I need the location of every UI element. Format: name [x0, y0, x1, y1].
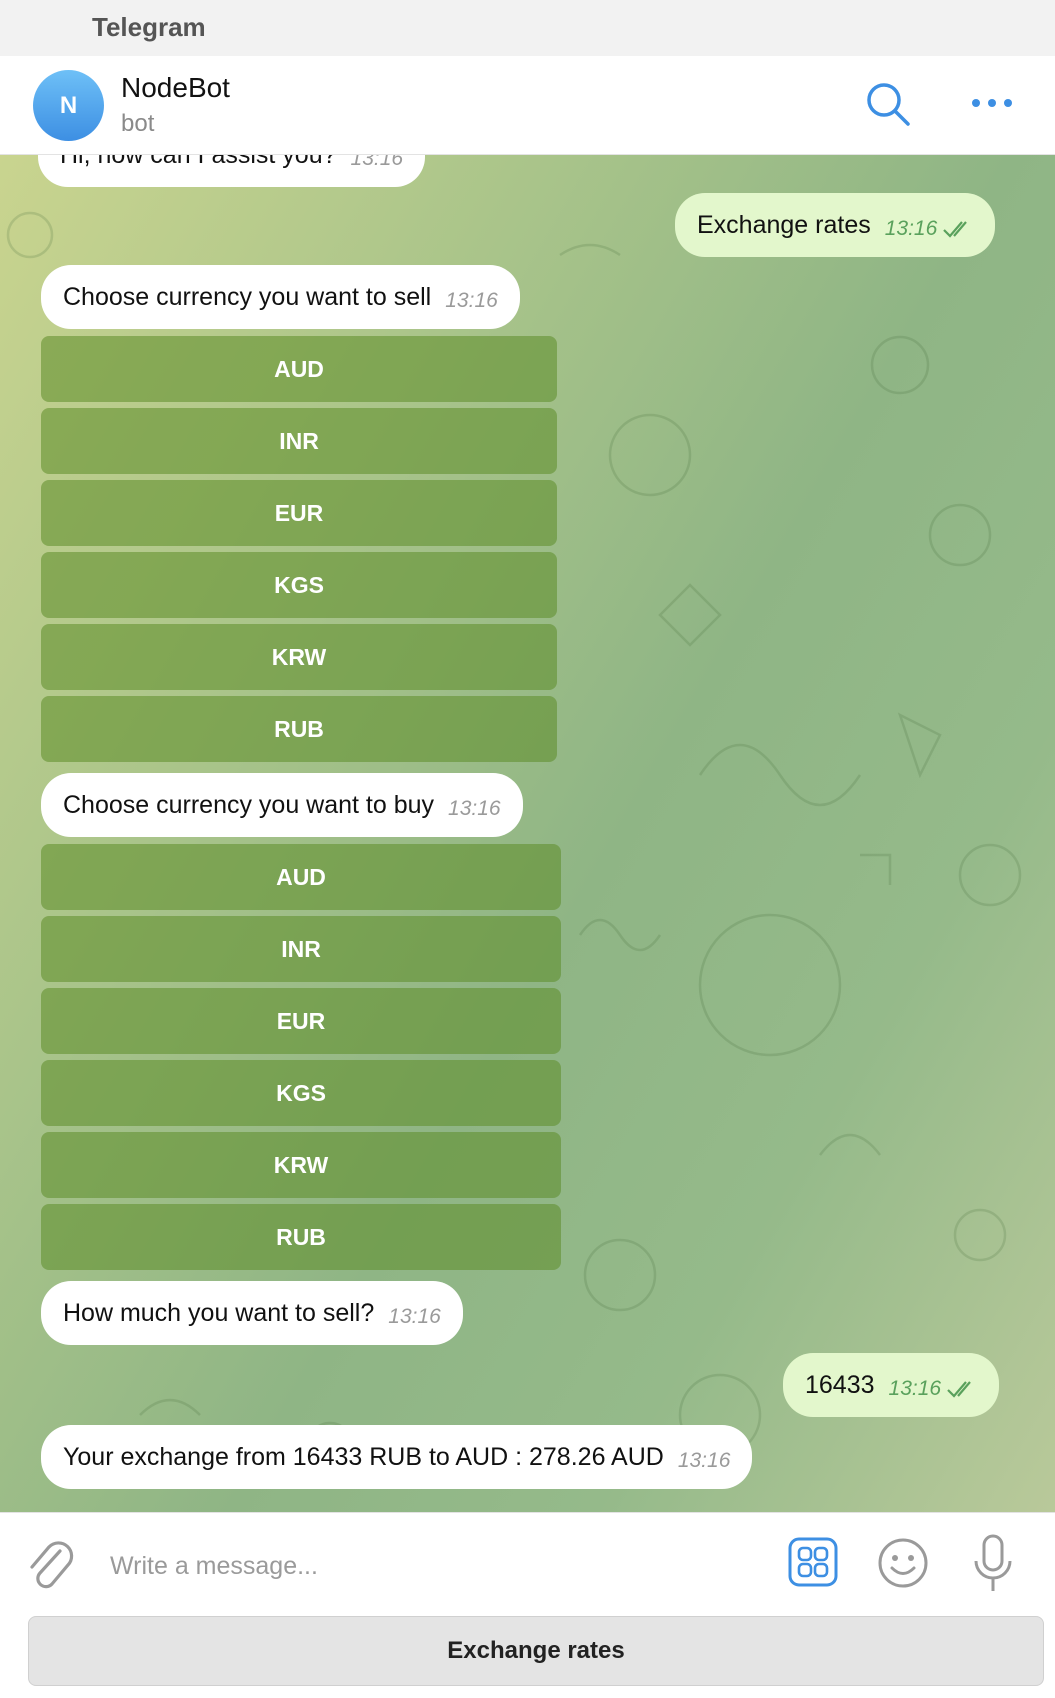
bot-keyboard-icon[interactable]: [788, 1537, 838, 1587]
more-options-icon[interactable]: [970, 88, 1014, 118]
message-text: 16433: [805, 1370, 875, 1399]
inline-button-buy-rub[interactable]: RUB: [41, 1204, 561, 1270]
message-composer: [0, 1512, 1055, 1617]
inline-button-sell-kgs[interactable]: KGS: [41, 552, 557, 618]
inline-button-sell-aud[interactable]: AUD: [41, 336, 557, 402]
message-time: 13:16: [884, 217, 938, 240]
inline-button-buy-kgs[interactable]: KGS: [41, 1060, 561, 1126]
chat-title[interactable]: NodeBot: [121, 72, 230, 104]
message-bubble[interactable]: Choose currency you want to buy 13:16: [41, 773, 523, 837]
inline-button-buy-krw[interactable]: KRW: [41, 1132, 561, 1198]
message-text: Hi, how can I assist you?: [60, 155, 337, 170]
message-bubble[interactable]: How much you want to sell? 13:16: [41, 1281, 463, 1345]
reply-keyboard: Exchange rates: [0, 1616, 1055, 1698]
message-text: How much you want to sell?: [63, 1298, 375, 1327]
reply-keyboard-button[interactable]: Exchange rates: [28, 1616, 1044, 1686]
message-time: 13:16: [388, 1305, 441, 1328]
message-bubble[interactable]: Choose currency you want to sell 13:16: [41, 265, 520, 329]
message-text: Choose currency you want to sell: [63, 282, 432, 311]
search-icon[interactable]: [864, 80, 912, 128]
message-time: 13:16: [888, 1377, 942, 1400]
message-bubble-outgoing[interactable]: Exchange rates 13:16: [675, 193, 996, 257]
message-bubble[interactable]: Your exchange from 16433 RUB to AUD : 27…: [41, 1425, 753, 1489]
double-check-icon: [943, 221, 968, 238]
window-title: Telegram: [92, 12, 206, 42]
window-titlebar: Telegram: [0, 0, 1055, 57]
inline-button-buy-eur[interactable]: EUR: [41, 988, 561, 1054]
inline-button-buy-inr[interactable]: INR: [41, 916, 561, 982]
chat-subtitle: bot: [121, 110, 155, 137]
inline-button-sell-rub[interactable]: RUB: [41, 696, 557, 762]
message-text: Choose currency you want to buy: [63, 790, 435, 819]
emoji-icon[interactable]: [877, 1537, 929, 1589]
message-bubble-outgoing[interactable]: 16433 13:16: [783, 1353, 1000, 1417]
message-time: 13:16: [448, 797, 501, 820]
chat-header: N NodeBot bot: [0, 56, 1055, 155]
paperclip-icon[interactable]: [24, 1537, 76, 1593]
message-text: Your exchange from 16433 RUB to AUD : 27…: [63, 1442, 664, 1471]
inline-button-sell-inr[interactable]: INR: [41, 408, 557, 474]
message-bubble[interactable]: Hi, how can I assist you? 13:16: [38, 155, 426, 187]
message-time: 13:16: [350, 155, 404, 170]
chat-area[interactable]: Hi, how can I assist you? 13:16 Exchange…: [0, 155, 1055, 1512]
inline-button-buy-aud[interactable]: AUD: [41, 844, 561, 910]
message-input[interactable]: [108, 1543, 752, 1589]
microphone-icon[interactable]: [970, 1533, 1016, 1595]
message-text: Exchange rates: [697, 210, 871, 239]
inline-button-sell-krw[interactable]: KRW: [41, 624, 557, 690]
message-time: 13:16: [677, 1449, 731, 1472]
avatar[interactable]: N: [33, 70, 104, 141]
double-check-icon: [947, 1381, 971, 1398]
message-time: 13:16: [445, 289, 498, 312]
inline-button-sell-eur[interactable]: EUR: [41, 480, 557, 546]
